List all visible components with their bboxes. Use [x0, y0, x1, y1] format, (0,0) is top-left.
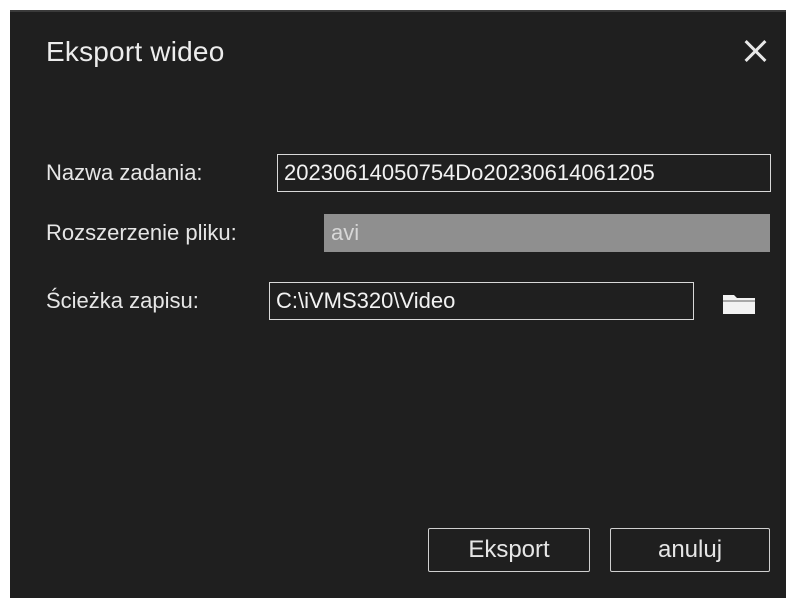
folder-icon[interactable] [722, 293, 757, 315]
export-video-dialog: Eksport wideo Nazwa zadania: 20230614050… [10, 10, 786, 598]
dialog-title: Eksport wideo [46, 36, 225, 67]
task-name-value: 20230614050754Do20230614061205 [284, 160, 655, 185]
export-button[interactable]: Eksport [428, 528, 590, 572]
close-icon[interactable] [740, 36, 770, 66]
file-extension-label: Rozszerzenie pliku: [46, 220, 237, 245]
file-extension-field: avi [324, 214, 770, 252]
cancel-button[interactable]: anuluj [610, 528, 770, 572]
save-path-label: Ścieżka zapisu: [46, 288, 199, 313]
task-name-label: Nazwa zadania: [46, 160, 203, 185]
save-path-field[interactable]: C:\iVMS320\Video [269, 282, 694, 320]
task-name-field[interactable]: 20230614050754Do20230614061205 [277, 154, 771, 192]
